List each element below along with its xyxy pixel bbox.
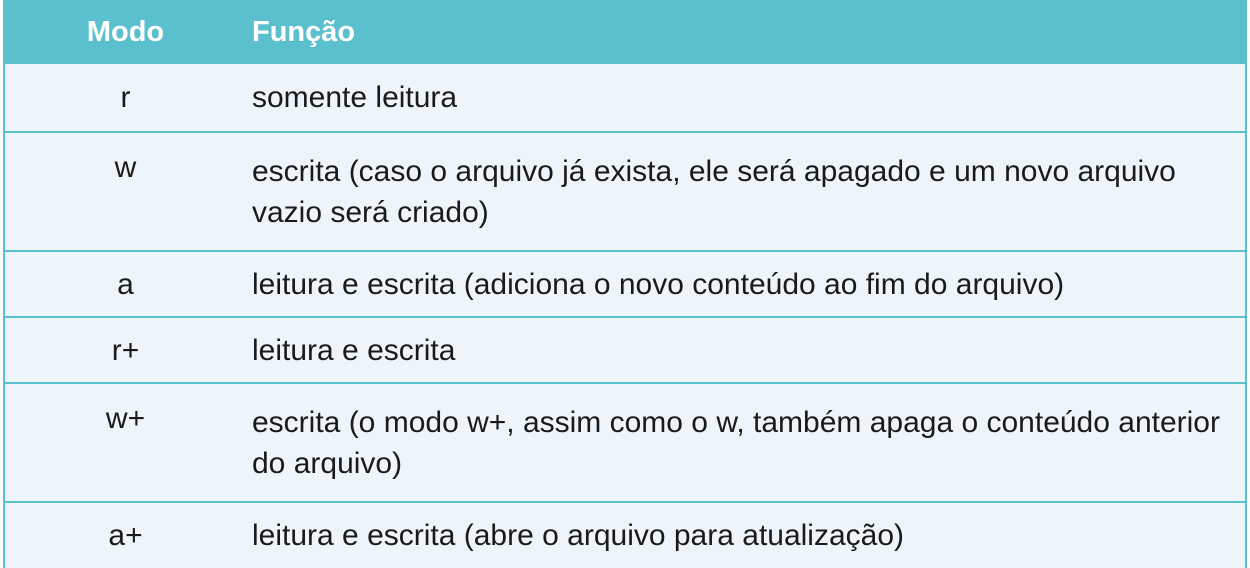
mode-cell: a+: [108, 519, 143, 552]
table-row: w+ escrita (o modo w+, assim como o w, t…: [5, 384, 1245, 503]
mode-cell: r: [120, 81, 131, 114]
function-cell: leitura e escrita (adiciona o novo conte…: [252, 267, 1065, 301]
table-row: w escrita (caso o arquivo já exista, ele…: [5, 133, 1245, 252]
function-cell: escrita (o modo w+, assim como o w, tamb…: [252, 405, 1220, 480]
function-cell: leitura e escrita: [252, 333, 456, 367]
table-row: r somente leitura: [5, 64, 1245, 133]
header-mode: Modo: [86, 15, 165, 48]
mode-cell: w: [114, 151, 137, 184]
file-modes-table: Modo Função r somente leitura w escrita …: [3, 0, 1247, 568]
header-function: Função: [252, 15, 356, 48]
function-cell: escrita (caso o arquivo já exista, ele s…: [252, 154, 1176, 229]
table-header-row: Modo Função: [5, 0, 1245, 64]
mode-cell: r+: [111, 333, 140, 367]
function-cell: somente leitura: [252, 81, 458, 114]
mode-cell: a: [117, 267, 134, 301]
function-cell: leitura e escrita (abre o arquivo para a…: [252, 519, 905, 552]
table-row: a leitura e escrita (adiciona o novo con…: [5, 252, 1245, 318]
mode-cell: w+: [105, 402, 146, 435]
table-row: r+ leitura e escrita: [5, 318, 1245, 384]
table-row: a+ leitura e escrita (abre o arquivo par…: [5, 503, 1245, 568]
